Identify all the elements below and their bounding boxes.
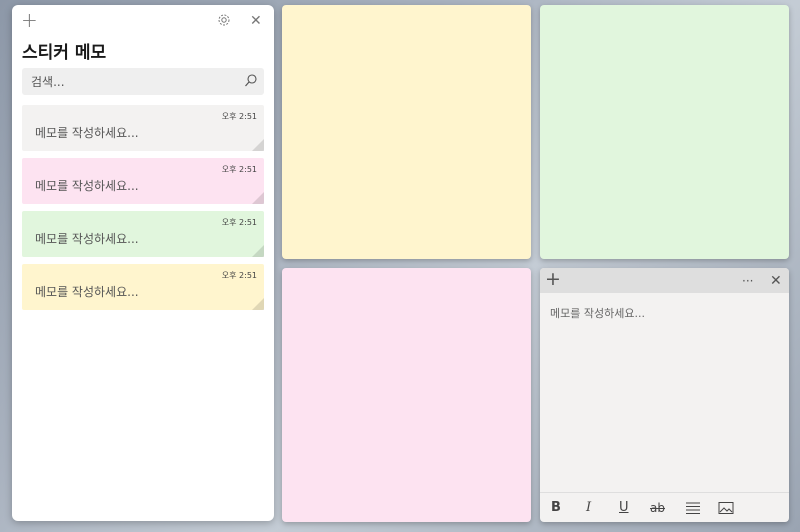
note-preview: 메모를 작성하세요... <box>35 126 139 140</box>
note-preview: 메모를 작성하세요... <box>35 232 139 246</box>
sticky-note-pink[interactable] <box>282 268 531 522</box>
bold-button[interactable]: B <box>551 500 561 516</box>
editor-titlebar: + ··· ✕ <box>540 268 789 293</box>
strikethrough-button[interactable]: ab <box>650 500 665 516</box>
insert-image-button[interactable] <box>718 501 734 520</box>
sticky-note-editor: + ··· ✕ 메모를 작성하세요... B I U ab <box>540 268 789 522</box>
fold-corner <box>252 192 264 204</box>
more-options-button[interactable]: ··· <box>742 273 753 289</box>
page-title: 스티커 메모 <box>22 43 107 63</box>
fold-corner <box>252 139 264 151</box>
settings-button[interactable] <box>217 13 231 30</box>
note-editor-placeholder[interactable]: 메모를 작성하세요... <box>550 305 645 321</box>
bullet-list-button[interactable] <box>685 501 701 520</box>
list-item[interactable]: 오후 2:51 메모를 작성하세요... <box>22 105 264 151</box>
add-note-button[interactable]: + <box>545 270 561 289</box>
list-titlebar: + ✕ <box>12 5 274 35</box>
sticky-note-yellow[interactable] <box>282 5 531 259</box>
search-icon[interactable] <box>244 73 258 89</box>
fold-corner <box>252 298 264 310</box>
list-item[interactable]: 오후 2:51 메모를 작성하세요... <box>22 158 264 204</box>
note-time: 오후 2:51 <box>221 112 257 121</box>
notes-list-window: + ✕ 스티커 메모 오후 2:51 메모를 작성하세요... 오후 2:51 … <box>12 5 274 521</box>
list-icon <box>686 502 700 514</box>
gear-icon <box>218 14 230 26</box>
sticky-note-green[interactable] <box>540 5 789 259</box>
note-preview: 메모를 작성하세요... <box>35 285 139 299</box>
close-button[interactable]: ✕ <box>250 13 262 29</box>
italic-button[interactable]: I <box>586 500 591 516</box>
list-item[interactable]: 오후 2:51 메모를 작성하세요... <box>22 264 264 310</box>
fold-corner <box>252 245 264 257</box>
list-item[interactable]: 오후 2:51 메모를 작성하세요... <box>22 211 264 257</box>
search-box <box>22 68 264 95</box>
add-note-button[interactable]: + <box>21 10 38 30</box>
close-button[interactable]: ✕ <box>770 273 782 289</box>
note-preview: 메모를 작성하세요... <box>35 179 139 193</box>
note-time: 오후 2:51 <box>221 271 257 280</box>
underline-button[interactable]: U <box>619 500 629 516</box>
note-time: 오후 2:51 <box>221 165 257 174</box>
note-time: 오후 2:51 <box>221 218 257 227</box>
image-icon <box>718 502 734 514</box>
search-input[interactable] <box>31 68 231 95</box>
formatting-toolbar: B I U ab <box>540 492 789 522</box>
